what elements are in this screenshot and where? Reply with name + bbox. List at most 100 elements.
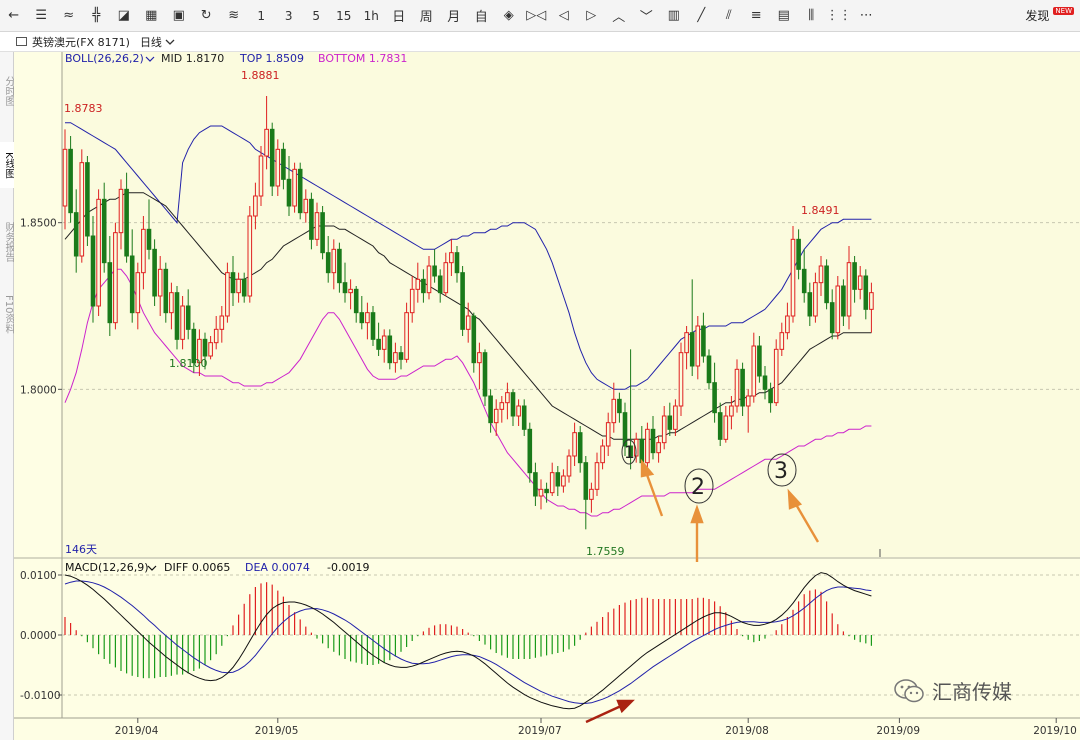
toolbar-button-6[interactable]: ▣ [165,3,193,29]
candle-up [135,272,141,314]
toolbar-button-31[interactable]: ⋯ [853,3,881,29]
candle-down [174,292,180,340]
candle-up [314,212,320,240]
toolbar-button-10[interactable]: 3 [275,3,303,29]
toolbar-button-18[interactable]: ◈ [495,3,523,29]
toolbar-button-15[interactable]: 周 [413,3,441,29]
toolbar-button-13[interactable]: 1h [358,3,386,29]
candle-down [521,405,527,430]
toolbar-button-9[interactable]: 1 [248,3,276,29]
toolbar-button-3[interactable]: ╬ [83,3,111,29]
candle-down [577,432,583,464]
wechat-icon [894,678,924,702]
toolbar-button-21[interactable]: ▷ [578,3,606,29]
toolbar-button-1[interactable]: ☰ [28,3,56,29]
candle-down [437,275,443,294]
macd-label[interactable]: MACD(12,26,9) [65,561,149,574]
side-tab-finance[interactable]: 财务报告 [0,212,14,272]
candle-up [118,188,124,234]
macd-tick-label: 0.0100 [20,570,57,582]
candle-up [751,345,757,397]
candle-up [62,148,68,207]
candle-down [488,395,493,424]
x-tick-label: 2019/05 [255,725,299,737]
candle-up [813,282,818,317]
candle-up [180,305,185,340]
toolbar-button-4[interactable]: ◪ [110,3,138,29]
toolbar-button-12[interactable]: 15 [330,3,358,29]
toolbar-button-24[interactable]: ▥ [660,3,688,29]
candle-down [124,188,129,257]
candle-up [169,292,174,314]
candle-up [96,198,101,307]
toolbar-button-20[interactable]: ◁ [550,3,578,29]
toolbar-button-17[interactable]: 自 [468,3,496,29]
candle-down [421,278,426,294]
toolbar-button-28[interactable]: ▤ [770,3,798,29]
toolbar-button-11[interactable]: 5 [303,3,331,29]
side-tab-timeline[interactable]: 分时图 [0,64,14,118]
candle-up [331,248,337,274]
candle-up [594,462,600,490]
toolbar-button-22[interactable]: ︿ [605,3,633,29]
toolbar-button-19[interactable]: ▷◁ [523,3,551,29]
candle-up [734,368,740,407]
discover-button[interactable]: 发现 [1025,7,1049,24]
toolbar-button-25[interactable]: ╱ [688,3,716,29]
toolbar-button-14[interactable]: 日 [385,3,413,29]
candle-up [785,315,790,334]
period-selector[interactable]: 日线 [140,34,162,50]
candle-down [712,382,717,414]
kline-chart[interactable]: 1.8500 1.8000 0.0100 0.0000 -0.0100 2019/04 20… [14,52,1080,740]
toolbar-button-0[interactable]: ← [0,3,28,29]
price-tick-label: 1.8500 [20,218,57,230]
instrument-name[interactable]: 英镑澳元(FX 8171) [32,34,130,50]
candle-up [219,315,225,330]
candle-up [449,252,454,264]
candle-down [639,438,645,464]
candle-up [723,415,729,440]
candle-down [762,375,768,390]
toolbar-button-30[interactable]: ⋮⋮ [825,3,853,29]
toolbar-button-7[interactable]: ↻ [193,3,221,29]
candle-up [79,162,85,257]
candle-down [309,198,314,240]
candle-up [684,332,689,354]
toolbar-button-23[interactable]: ﹀ [633,3,661,29]
instrument-bar: 英镑澳元(FX 8171) 日线 [0,32,1080,52]
candle-down [863,275,869,310]
boll-label[interactable]: BOLL(26,26,2) [65,52,144,65]
annotation-high-sep: 1.8491 [801,204,840,217]
candle-down [757,345,762,377]
toolbar-button-5[interactable]: ▦ [138,3,166,29]
candle-down [701,325,706,357]
candle-up [381,335,387,350]
toolbar-button-2[interactable]: ≈ [55,3,83,29]
candle-up [348,288,353,294]
candle-down [337,248,342,284]
macd-tick-label: -0.0100 [20,690,61,702]
candle-up [113,232,118,324]
toolbar-button-8[interactable]: ≋ [220,3,248,29]
candle-up [247,215,253,297]
candle-up [538,488,544,497]
toolbar-button-16[interactable]: 月 [440,3,468,29]
toolbar-button-26[interactable]: ⫽ [715,3,743,29]
candle-up [779,332,785,350]
annotation-peak-may: 1.8881 [241,69,280,82]
candle-up [303,198,309,214]
watermark: 汇商传媒 [894,676,1012,705]
side-tab-f10[interactable]: F10资料 [0,284,14,344]
instrument-icon [16,37,27,46]
main-panel [62,52,1080,557]
candle-down [533,472,538,497]
toolbar-button-27[interactable]: ≡ [743,3,771,29]
candle-down [544,488,549,494]
toolbar-button-29[interactable]: ⫼ [798,3,826,29]
chevron-down-icon[interactable] [165,38,175,46]
side-tab-kline[interactable]: K线图 [0,142,14,188]
candle-down [717,412,723,440]
candle-down [454,252,460,274]
candle-down [482,352,488,397]
candle-down [583,462,589,500]
